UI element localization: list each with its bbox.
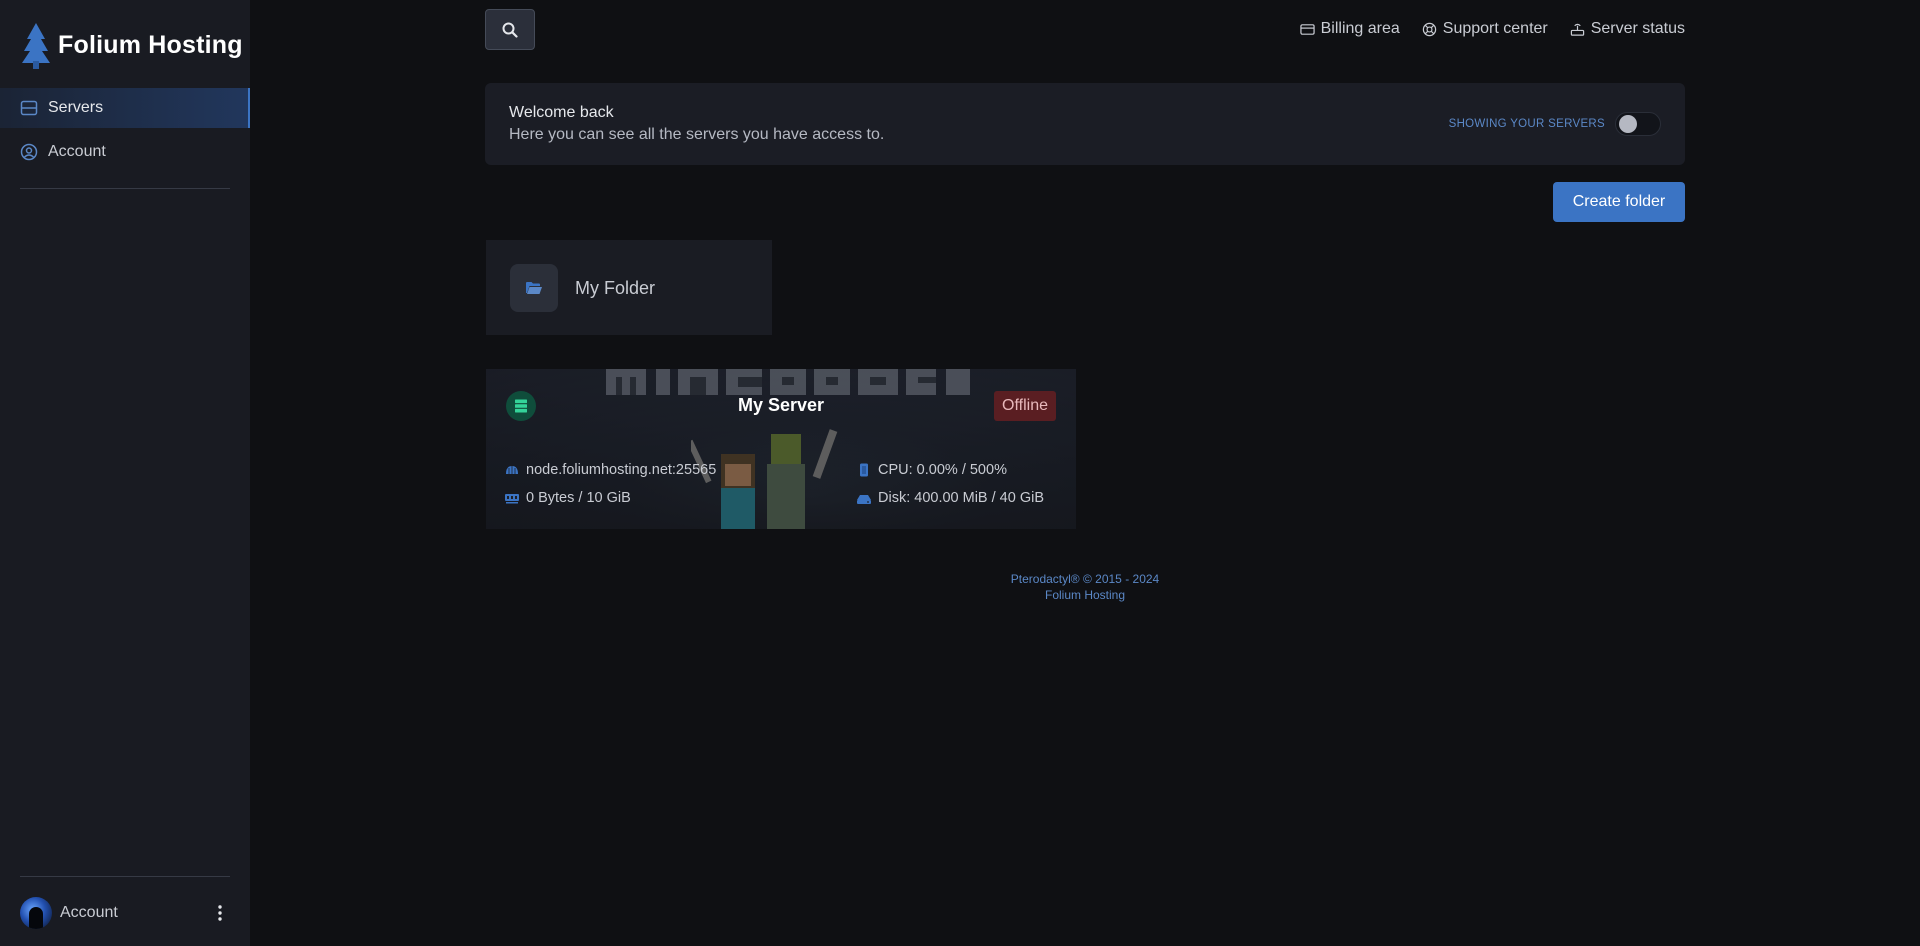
billing-area-link[interactable]: Billing area [1299, 20, 1400, 38]
server-address: node.foliumhosting.net:25565 [504, 462, 716, 478]
server-filter-label: SHOWING YOUR SERVERS [1448, 118, 1605, 130]
brand-name: Folium Hosting [58, 30, 243, 59]
folder-icon-box [510, 264, 558, 312]
status-badge: Offline [994, 391, 1056, 421]
lifebuoy-icon [1422, 22, 1436, 36]
support-center-link[interactable]: Support center [1422, 20, 1548, 38]
user-menu[interactable]: Account [20, 897, 230, 929]
search-icon [502, 22, 518, 38]
top-links: Billing area Support center Server statu… [1299, 17, 1685, 41]
sidebar-item-account[interactable]: Account [0, 132, 250, 172]
search-button[interactable] [485, 9, 535, 50]
status-icon [1570, 23, 1584, 36]
server-status-label: Server status [1590, 20, 1685, 37]
credit-card-icon [1299, 23, 1315, 35]
footer-brand: Folium Hosting [1044, 588, 1126, 602]
welcome-panel: Welcome back Here you can see all the se… [485, 83, 1685, 165]
avatar[interactable] [20, 897, 52, 929]
server-disk-text: Disk: 400.00 MiB / 40 GiB [878, 490, 1045, 506]
server-address-text: node.foliumhosting.net:25565 [526, 462, 717, 478]
more-vertical-icon[interactable] [210, 901, 230, 925]
billing-area-label: Billing area [1320, 20, 1400, 37]
sidebar: Folium Hosting Servers Account Account [0, 0, 250, 946]
toggle-knob [1619, 115, 1637, 133]
server-memory: 0 Bytes / 10 GiB [504, 490, 631, 506]
server-status-link[interactable]: Server status [1570, 20, 1685, 38]
memory-icon [505, 494, 519, 504]
server-filter-toggle[interactable] [1615, 112, 1661, 136]
disk-icon [857, 495, 871, 504]
user-circle-icon [20, 143, 38, 161]
cpu-icon [860, 463, 868, 477]
support-center-label: Support center [1442, 20, 1548, 37]
folder-name: My Folder [575, 278, 656, 298]
server-cpu-text: CPU: 0.00% / 500% [878, 462, 1007, 478]
sidebar-item-label: Account [48, 143, 106, 160]
create-folder-button[interactable]: Create folder [1553, 182, 1685, 222]
footer-copyright[interactable]: Pterodactyl® © 2015 - 2024 [485, 571, 1685, 587]
network-icon [506, 466, 518, 474]
welcome-subtitle: Here you can see all the servers you hav… [509, 126, 885, 143]
folder-card[interactable]: My Folder [486, 240, 772, 335]
server-memory-text: 0 Bytes / 10 GiB [526, 490, 631, 506]
brand-logo[interactable]: Folium Hosting [20, 20, 243, 70]
tree-logo-icon [22, 23, 50, 69]
sidebar-item-servers[interactable]: Servers [0, 88, 250, 128]
folder-open-icon [526, 282, 542, 294]
sidebar-item-label: Servers [48, 99, 104, 116]
server-disk: Disk: 400.00 MiB / 40 GiB [856, 490, 1044, 506]
server-icon [20, 99, 38, 117]
user-label: Account [60, 904, 118, 921]
sidebar-divider [20, 188, 230, 189]
sidebar-divider [20, 876, 230, 877]
welcome-title: Welcome back [509, 104, 614, 121]
server-cpu: CPU: 0.00% / 500% [856, 462, 1007, 478]
server-card[interactable]: My Server Offline node.foliumhosting.net… [486, 369, 1076, 529]
server-name: My Server [737, 395, 825, 415]
